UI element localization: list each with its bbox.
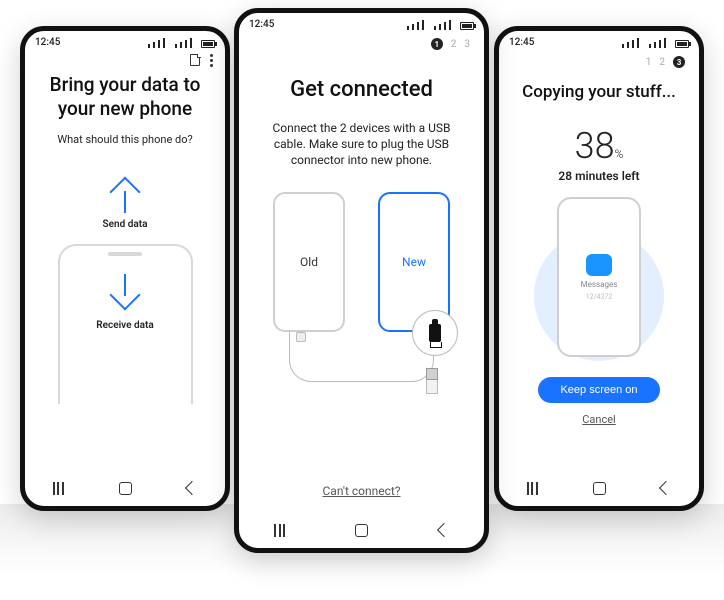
usb-c-plug-icon — [296, 332, 306, 342]
cancel-link[interactable]: Cancel — [499, 413, 699, 426]
messages-icon — [586, 254, 612, 276]
step-indicator: 1 2 3 — [499, 52, 699, 68]
step-3: 3 — [464, 39, 470, 50]
arrow-up-icon — [109, 177, 140, 208]
battery-icon — [675, 40, 689, 48]
status-time: 12:45 — [35, 37, 60, 48]
step-current: 1 — [431, 38, 443, 50]
battery-icon — [201, 40, 215, 48]
send-data-label: Send data — [103, 219, 148, 230]
send-data-button[interactable]: Send data — [25, 181, 225, 230]
phone-right: 12:45 1 2 3 Copying your stuff... 38% 28… — [494, 26, 704, 511]
more-options-icon[interactable] — [210, 54, 213, 67]
nav-bar — [25, 470, 225, 506]
status-icons — [407, 20, 474, 30]
progress-percent: 38% — [499, 125, 699, 167]
step-indicator: 1 2 3 — [239, 34, 484, 50]
arrow-down-icon — [109, 280, 140, 311]
nav-recents[interactable] — [527, 482, 538, 495]
step-2: 2 — [451, 39, 457, 50]
sdcard-icon[interactable] — [190, 54, 200, 66]
nav-recents[interactable] — [53, 482, 64, 495]
category-progress: 12/4372 — [586, 293, 613, 301]
cant-connect-link[interactable]: Can't connect? — [239, 484, 484, 498]
nav-back[interactable] — [659, 481, 673, 495]
connection-illustration: Old New — [239, 192, 484, 422]
old-phone-label: Old — [300, 255, 318, 269]
step-1: 1 — [646, 57, 652, 68]
step-2: 2 — [659, 57, 665, 68]
receive-data-button[interactable]: Receive data — [58, 244, 193, 404]
category-label: Messages — [581, 280, 618, 289]
keep-screen-on-button[interactable]: Keep screen on — [538, 377, 659, 403]
step-current: 3 — [673, 56, 685, 68]
percent-value: 38 — [575, 125, 615, 167]
status-time: 12:45 — [249, 19, 274, 30]
status-bar: 12:45 — [499, 31, 699, 52]
page-title: Bring your data to your new phone — [35, 73, 215, 121]
nav-home[interactable] — [593, 482, 606, 495]
nav-back[interactable] — [185, 481, 199, 495]
page-subtitle: Connect the 2 devices with a USB cable. … — [261, 120, 462, 169]
percent-suffix: % — [615, 147, 624, 161]
nav-home[interactable] — [355, 524, 368, 537]
page-subtitle: What should this phone do? — [39, 133, 211, 148]
status-time: 12:45 — [509, 37, 534, 48]
phone-left: 12:45 Bring your data to your new phone … — [20, 26, 230, 511]
page-title: Get connected — [249, 76, 474, 104]
nav-back[interactable] — [437, 523, 451, 537]
time-remaining: 28 minutes left — [499, 169, 699, 183]
old-phone-illustration: Old — [273, 192, 345, 332]
battery-icon — [460, 22, 474, 30]
nav-bar — [499, 470, 699, 506]
status-bar: 12:45 — [239, 13, 484, 34]
usb-adapter-icon — [412, 310, 458, 356]
nav-recents[interactable] — [274, 524, 285, 537]
status-icons — [148, 38, 215, 48]
status-icons — [622, 38, 689, 48]
usb-a-plug-icon — [426, 368, 438, 394]
copy-phone-illustration: Messages 12/4372 — [557, 197, 641, 357]
nav-bar — [239, 512, 484, 548]
page-title: Copying your stuff... — [509, 82, 689, 103]
phone-center: 12:45 1 2 3 Get connected Connect the 2 … — [234, 8, 489, 553]
new-phone-label: New — [402, 255, 426, 269]
nav-home[interactable] — [119, 482, 132, 495]
status-bar: 12:45 — [25, 31, 225, 52]
receive-data-label: Receive data — [96, 320, 153, 331]
